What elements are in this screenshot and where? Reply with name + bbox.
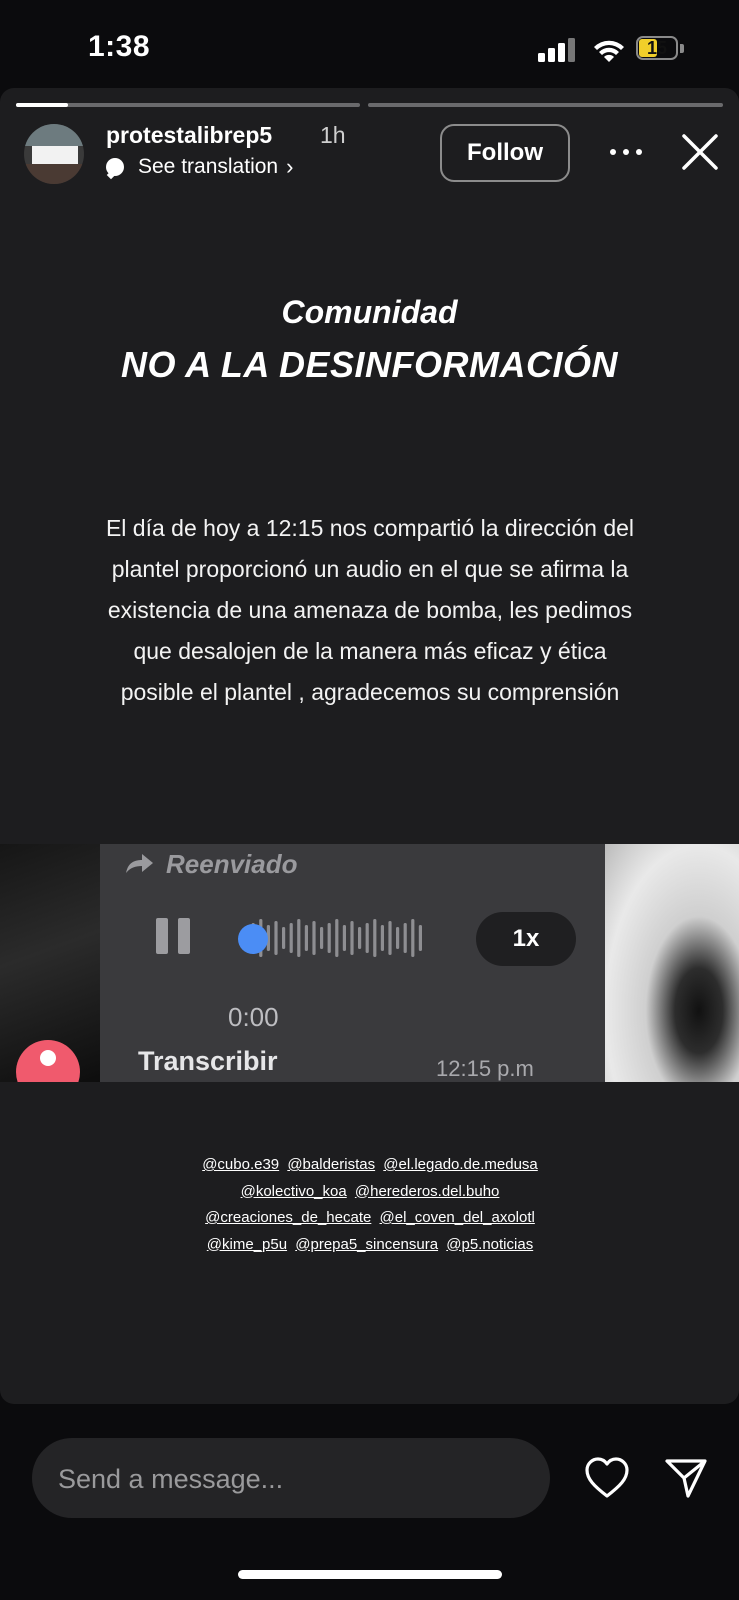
mention-line: @creaciones_de_hecate @el_coven_del_axol… bbox=[120, 1205, 620, 1232]
avatar[interactable] bbox=[24, 124, 84, 184]
more-options-icon[interactable] bbox=[604, 132, 648, 172]
story-body-text: El día de hoy a 12:15 nos compartió la d… bbox=[98, 508, 642, 713]
battery-icon: 15 bbox=[636, 36, 686, 62]
mention-line: @kolectivo_koa @herederos.del.buho bbox=[120, 1179, 620, 1206]
forwarded-label: Reenviado bbox=[124, 844, 298, 884]
mention-link[interactable]: @el.legado.de.medusa bbox=[383, 1156, 538, 1173]
waveform-bar bbox=[411, 919, 415, 957]
waveform-bar bbox=[304, 925, 308, 951]
story-heading: Comunidad bbox=[281, 294, 458, 330]
mention-link[interactable]: @kime_p5u bbox=[207, 1236, 287, 1253]
battery-level: 15 bbox=[646, 38, 668, 58]
mention-link[interactable]: @creaciones_de_hecate bbox=[205, 1209, 371, 1226]
waveform-bar bbox=[403, 923, 407, 953]
body-line: existencia de una amenaza de bomba, les … bbox=[107, 597, 633, 623]
post-age: 1h bbox=[320, 122, 346, 148]
message-time: 12:15 p.m bbox=[436, 1056, 534, 1081]
wifi-icon bbox=[594, 40, 624, 62]
send-icon[interactable] bbox=[664, 1456, 708, 1500]
story-progress-segment bbox=[368, 103, 723, 107]
mention-link[interactable]: @cubo.e39 bbox=[202, 1156, 279, 1173]
home-indicator bbox=[238, 1570, 502, 1579]
playback-speed: 1x bbox=[476, 912, 576, 966]
heart-icon[interactable] bbox=[584, 1456, 630, 1500]
record-icon bbox=[16, 1040, 80, 1082]
see-translation-link[interactable]: See translation › bbox=[106, 154, 293, 180]
story-card[interactable]: protestalibrep5 1h See translation › Fol… bbox=[0, 88, 739, 1404]
waveform-bar bbox=[358, 927, 362, 949]
message-input[interactable] bbox=[56, 1438, 530, 1520]
waveform-bar bbox=[282, 927, 286, 949]
cellular-signal-icon bbox=[538, 38, 576, 62]
waveform-bar bbox=[297, 919, 301, 957]
waveform-bar bbox=[365, 923, 369, 953]
status-time: 1:38 bbox=[88, 30, 151, 63]
mentions-block: @cubo.e39 @balderistas @el.legado.de.med… bbox=[120, 1152, 620, 1258]
pause-icon bbox=[156, 918, 192, 954]
body-line: El día de hoy a 12:15 nos compartió la d… bbox=[105, 515, 635, 541]
waveform-bar bbox=[396, 927, 400, 949]
waveform-bar bbox=[388, 921, 392, 955]
waveform-bar bbox=[320, 927, 324, 949]
mention-link[interactable]: @prepa5_sincensura bbox=[295, 1236, 438, 1253]
waveform bbox=[244, 919, 422, 957]
mention-link[interactable]: @balderistas bbox=[287, 1156, 375, 1173]
message-box[interactable] bbox=[32, 1438, 550, 1520]
waveform-bar bbox=[274, 921, 278, 955]
audio-duration: 0:00 bbox=[228, 1002, 279, 1032]
story-progress-segment bbox=[16, 103, 360, 107]
close-icon[interactable] bbox=[680, 132, 720, 172]
playback-knob bbox=[238, 924, 268, 954]
mention-line: @kime_p5u @prepa5_sincensura @p5.noticia… bbox=[120, 1232, 620, 1259]
username[interactable]: protestalibrep5 bbox=[106, 122, 272, 149]
transcribe-label: Transcribir bbox=[138, 1046, 278, 1076]
waveform-bar bbox=[418, 925, 422, 951]
waveform-bar bbox=[350, 921, 354, 955]
status-bar: 1:38 15 bbox=[0, 0, 739, 88]
translate-bubble-icon bbox=[106, 158, 124, 176]
mention-link[interactable]: @herederos.del.buho bbox=[355, 1183, 500, 1200]
mention-link[interactable]: @kolectivo_koa bbox=[241, 1183, 347, 1200]
audio-message-screenshot: Reenviado 1x 0:00 Transcribir 12:15 p.m bbox=[0, 844, 739, 1082]
waveform-bar bbox=[289, 923, 293, 953]
waveform-bar bbox=[335, 919, 339, 957]
body-line: plantel proporcionó un audio en el que s… bbox=[111, 556, 629, 582]
body-line: posible el plantel , agradecemos su comp… bbox=[120, 679, 620, 705]
mention-line: @cubo.e39 @balderistas @el.legado.de.med… bbox=[120, 1152, 620, 1179]
chevron-right-icon: › bbox=[286, 154, 294, 179]
follow-button[interactable]: Follow bbox=[440, 124, 570, 182]
waveform-bar bbox=[342, 925, 346, 951]
story-headline: NO A LA DESINFORMACIÓN bbox=[121, 344, 618, 385]
waveform-bar bbox=[327, 923, 331, 953]
waveform-bar bbox=[373, 919, 377, 957]
waveform-bar bbox=[312, 921, 316, 955]
see-translation-label: See translation bbox=[138, 155, 279, 178]
mention-link[interactable]: @el_coven_del_axolotl bbox=[380, 1209, 535, 1226]
forwarded-text: Reenviado bbox=[166, 848, 298, 879]
forward-arrow-icon bbox=[126, 854, 153, 873]
waveform-bar bbox=[380, 925, 384, 951]
right-photo bbox=[605, 844, 739, 1082]
mention-link[interactable]: @p5.noticias bbox=[446, 1236, 533, 1253]
body-line: que desalojen de la manera más eficaz y … bbox=[133, 638, 607, 664]
left-photo bbox=[0, 844, 100, 1082]
